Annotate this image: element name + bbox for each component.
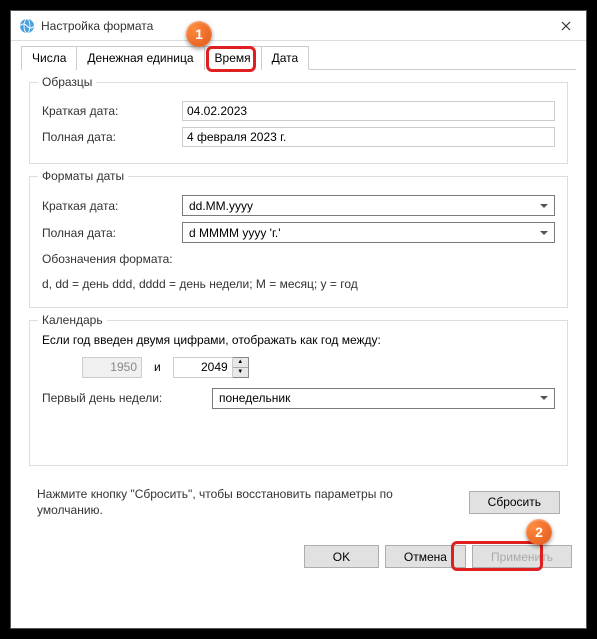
tab-date[interactable]: Дата xyxy=(262,46,310,70)
marker-2: 2 xyxy=(526,519,552,545)
close-icon[interactable] xyxy=(546,11,586,41)
group-calendar: Календарь Если год введен двумя цифрами,… xyxy=(29,320,568,466)
group-samples-title: Образцы xyxy=(38,75,96,89)
tab-currency[interactable]: Денежная единица xyxy=(77,46,204,70)
and-label: и xyxy=(154,360,161,374)
year-from-input xyxy=(82,357,142,378)
short-date-format-label: Краткая дата: xyxy=(42,199,182,213)
reset-button[interactable]: Сбросить xyxy=(469,491,560,514)
window-title: Настройка формата xyxy=(41,19,546,33)
tab-time[interactable]: Время xyxy=(205,46,262,70)
group-samples: Образцы Краткая дата: 04.02.2023 Полная … xyxy=(29,82,568,164)
long-date-sample-value: 4 февраля 2023 г. xyxy=(182,127,555,147)
short-date-sample-value: 04.02.2023 xyxy=(182,101,555,121)
marker-1: 1 xyxy=(186,21,212,47)
long-date-sample-label: Полная дата: xyxy=(42,130,182,144)
ok-button[interactable]: OK xyxy=(304,545,379,568)
year-to-input[interactable] xyxy=(173,357,233,378)
first-day-select[interactable]: понедельник xyxy=(212,388,555,409)
group-formats: Форматы даты Краткая дата: dd.MM.yyyy По… xyxy=(29,176,568,308)
dialog-buttons: OK Отмена Применить xyxy=(11,537,586,582)
dialog-window: Настройка формата Числа Денежная единица… xyxy=(10,10,587,629)
first-day-label: Первый день недели: xyxy=(42,391,212,405)
apply-button[interactable]: Применить xyxy=(472,545,572,568)
format-notation-text: d, dd = день ddd, dddd = день недели; M … xyxy=(42,276,555,293)
year-to-spinner[interactable]: ▲ ▼ xyxy=(233,357,249,378)
globe-icon xyxy=(19,18,35,34)
group-calendar-title: Календарь xyxy=(38,313,107,327)
long-date-format-label: Полная дата: xyxy=(42,226,182,240)
format-notation-label: Обозначения формата: xyxy=(42,251,555,268)
cancel-button[interactable]: Отмена xyxy=(385,545,466,568)
spinner-down-icon[interactable]: ▼ xyxy=(233,368,248,377)
titlebar: Настройка формата xyxy=(11,11,586,41)
short-date-sample-label: Краткая дата: xyxy=(42,104,182,118)
spinner-up-icon[interactable]: ▲ xyxy=(233,358,248,368)
two-digit-year-text: Если год введен двумя цифрами, отображат… xyxy=(42,333,555,347)
reset-area: Нажмите кнопку "Сбросить", чтобы восстан… xyxy=(21,474,576,528)
short-date-format-select[interactable]: dd.MM.yyyy xyxy=(182,195,555,216)
long-date-format-select[interactable]: d MMMM yyyy 'г.' xyxy=(182,222,555,243)
group-formats-title: Форматы даты xyxy=(38,169,128,183)
tab-bar: Числа Денежная единица Время Дата xyxy=(21,46,576,70)
reset-text: Нажмите кнопку "Сбросить", чтобы восстан… xyxy=(37,486,469,520)
tab-numbers[interactable]: Числа xyxy=(21,46,77,70)
